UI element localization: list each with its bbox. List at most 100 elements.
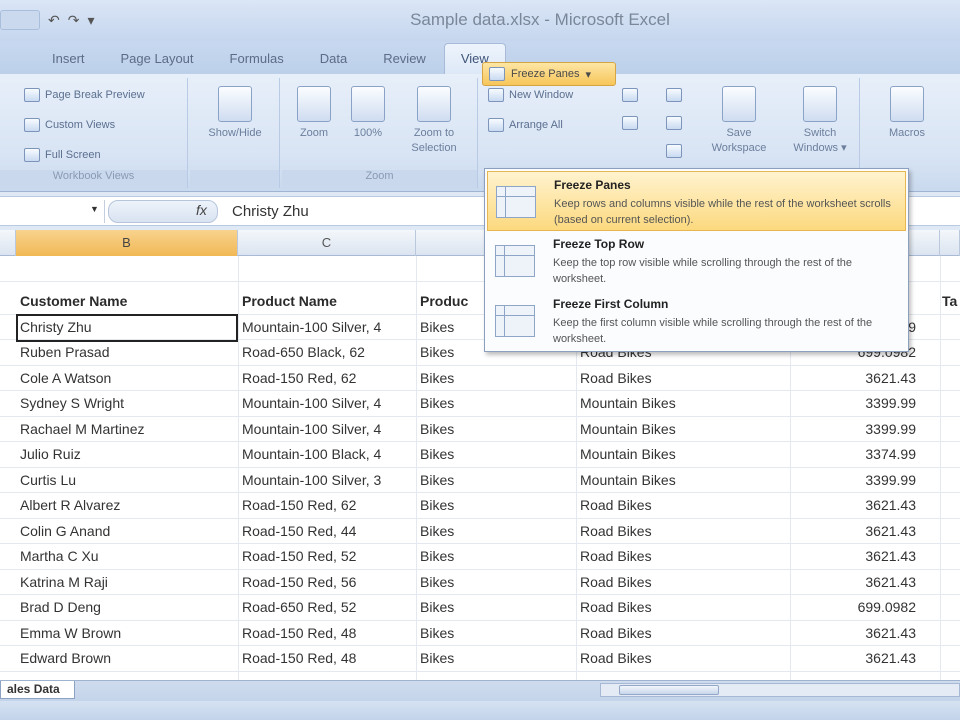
table-cell[interactable]: Bikes <box>418 646 576 671</box>
horizontal-scrollbar[interactable] <box>600 683 960 697</box>
table-cell[interactable]: Mountain-100 Black, 4 <box>240 442 416 467</box>
table-cell[interactable]: Bikes <box>418 544 576 569</box>
macros-button[interactable]: Macros <box>872 86 942 141</box>
table-cell[interactable]: Road-650 Black, 62 <box>240 340 416 365</box>
reset-window-position-icon[interactable] <box>666 144 682 158</box>
table-cell[interactable]: Road Bikes <box>578 646 790 671</box>
table-cell[interactable]: Road Bikes <box>578 519 790 544</box>
scrollbar-thumb[interactable] <box>619 685 719 695</box>
table-cell[interactable]: Road-150 Red, 52 <box>240 544 416 569</box>
table-cell[interactable]: Bikes <box>418 366 576 391</box>
column-header-g[interactable] <box>940 230 960 256</box>
table-cell[interactable]: 3399.99 <box>790 417 940 442</box>
menu-item-freeze-panes[interactable]: Freeze Panes Keep rows and columns visib… <box>487 171 906 231</box>
header-cell[interactable]: Ta <box>940 289 960 314</box>
table-cell[interactable]: Sydney S Wright <box>0 391 238 416</box>
tab-data[interactable]: Data <box>302 51 365 74</box>
insert-function-icon[interactable]: fx <box>196 202 207 218</box>
column-header-a[interactable] <box>0 230 16 256</box>
page-break-preview-button[interactable]: Page Break Preview <box>24 88 145 102</box>
table-cell[interactable]: Bikes <box>418 417 576 442</box>
table-cell[interactable]: Curtis Lu <box>0 468 238 493</box>
chevron-down-icon[interactable]: ▼ <box>90 204 99 214</box>
table-cell[interactable]: Bikes <box>418 493 576 518</box>
zoom-button[interactable]: Zoom <box>290 86 338 141</box>
table-cell[interactable]: 3374.99 <box>790 442 940 467</box>
table-cell[interactable]: Edward Brown <box>0 646 238 671</box>
column-header-b[interactable]: B <box>16 230 238 256</box>
table-cell[interactable]: Road Bikes <box>578 595 790 620</box>
table-cell[interactable]: Colin G Anand <box>0 519 238 544</box>
table-cell[interactable]: Martha C Xu <box>0 544 238 569</box>
menu-item-freeze-top-row[interactable]: Freeze Top Row Keep the top row visible … <box>487 231 906 291</box>
table-cell[interactable]: Mountain-100 Silver, 3 <box>240 468 416 493</box>
table-cell[interactable]: Mountain-100 Silver, 4 <box>240 315 416 340</box>
table-cell[interactable]: Bikes <box>418 570 576 595</box>
table-cell[interactable]: 3621.43 <box>790 366 940 391</box>
table-cell[interactable]: Road Bikes <box>578 544 790 569</box>
table-cell[interactable]: Mountain Bikes <box>578 468 790 493</box>
save-workspace-button[interactable]: Save Workspace <box>698 86 780 156</box>
table-cell[interactable]: Road-150 Red, 56 <box>240 570 416 595</box>
table-cell[interactable]: 3621.43 <box>790 493 940 518</box>
header-cell[interactable]: Product Name <box>240 289 416 314</box>
zoom-100-button[interactable]: 100% <box>344 86 392 141</box>
table-cell[interactable]: Ruben Prasad <box>0 340 238 365</box>
tab-review[interactable]: Review <box>365 51 444 74</box>
table-cell[interactable]: Albert R Alvarez <box>0 493 238 518</box>
table-cell[interactable]: Mountain-100 Silver, 4 <box>240 417 416 442</box>
tab-page-layout[interactable]: Page Layout <box>103 51 212 74</box>
table-cell[interactable]: 699.0982 <box>790 595 940 620</box>
table-cell[interactable]: 3621.43 <box>790 519 940 544</box>
table-cell[interactable]: Brad D Deng <box>0 595 238 620</box>
table-cell[interactable]: Christy Zhu <box>0 315 238 340</box>
custom-views-button[interactable]: Custom Views <box>24 118 115 132</box>
table-cell[interactable]: Mountain Bikes <box>578 442 790 467</box>
table-cell[interactable]: Road-150 Red, 62 <box>240 493 416 518</box>
menu-item-freeze-first-column[interactable]: Freeze First Column Keep the first colum… <box>487 291 906 351</box>
table-cell[interactable]: Bikes <box>418 468 576 493</box>
table-cell[interactable]: Cole A Watson <box>0 366 238 391</box>
table-cell[interactable]: Mountain-100 Silver, 4 <box>240 391 416 416</box>
split-icon[interactable] <box>622 88 638 102</box>
view-side-by-side-icon[interactable] <box>666 88 682 102</box>
table-cell[interactable]: Road-150 Red, 48 <box>240 621 416 646</box>
zoom-to-selection-button[interactable]: Zoom to Selection <box>398 86 470 156</box>
table-cell[interactable]: Rachael M Martinez <box>0 417 238 442</box>
table-cell[interactable]: 3621.43 <box>790 621 940 646</box>
formula-input[interactable]: Christy Zhu <box>232 203 309 220</box>
table-cell[interactable]: 3399.99 <box>790 391 940 416</box>
synchronous-scrolling-icon[interactable] <box>666 116 682 130</box>
table-cell[interactable]: Road-150 Red, 44 <box>240 519 416 544</box>
hide-icon[interactable] <box>622 116 638 130</box>
table-cell[interactable]: 3621.43 <box>790 570 940 595</box>
table-cell[interactable]: Emma W Brown <box>0 621 238 646</box>
table-cell[interactable]: Katrina M Raji <box>0 570 238 595</box>
table-cell[interactable]: Bikes <box>418 519 576 544</box>
table-cell[interactable]: Bikes <box>418 595 576 620</box>
tab-formulas[interactable]: Formulas <box>212 51 302 74</box>
switch-windows-button[interactable]: Switch Windows ▾ <box>780 86 860 156</box>
table-cell[interactable]: Bikes <box>418 442 576 467</box>
table-cell[interactable]: Road-650 Red, 52 <box>240 595 416 620</box>
show-hide-button[interactable]: Show/Hide <box>196 86 274 141</box>
tab-insert[interactable]: Insert <box>0 51 103 74</box>
table-cell[interactable]: Road-150 Red, 62 <box>240 366 416 391</box>
table-cell[interactable]: Mountain Bikes <box>578 391 790 416</box>
column-header-c[interactable]: C <box>238 230 416 256</box>
table-cell[interactable]: Road Bikes <box>578 570 790 595</box>
table-cell[interactable]: Road Bikes <box>578 493 790 518</box>
table-cell[interactable]: Bikes <box>418 391 576 416</box>
table-cell[interactable]: 3621.43 <box>790 646 940 671</box>
name-box[interactable]: ▼ <box>0 200 105 223</box>
new-window-button[interactable]: New Window <box>488 88 573 102</box>
full-screen-button[interactable]: Full Screen <box>24 148 101 162</box>
table-cell[interactable]: Road Bikes <box>578 621 790 646</box>
table-cell[interactable]: 3399.99 <box>790 468 940 493</box>
table-cell[interactable]: Road-150 Red, 48 <box>240 646 416 671</box>
header-cell[interactable]: Customer Name <box>0 289 238 314</box>
table-cell[interactable]: 3621.43 <box>790 544 940 569</box>
freeze-panes-button[interactable]: Freeze Panes ▾ <box>482 62 616 86</box>
table-cell[interactable]: Road Bikes <box>578 366 790 391</box>
table-cell[interactable]: Julio Ruiz <box>0 442 238 467</box>
